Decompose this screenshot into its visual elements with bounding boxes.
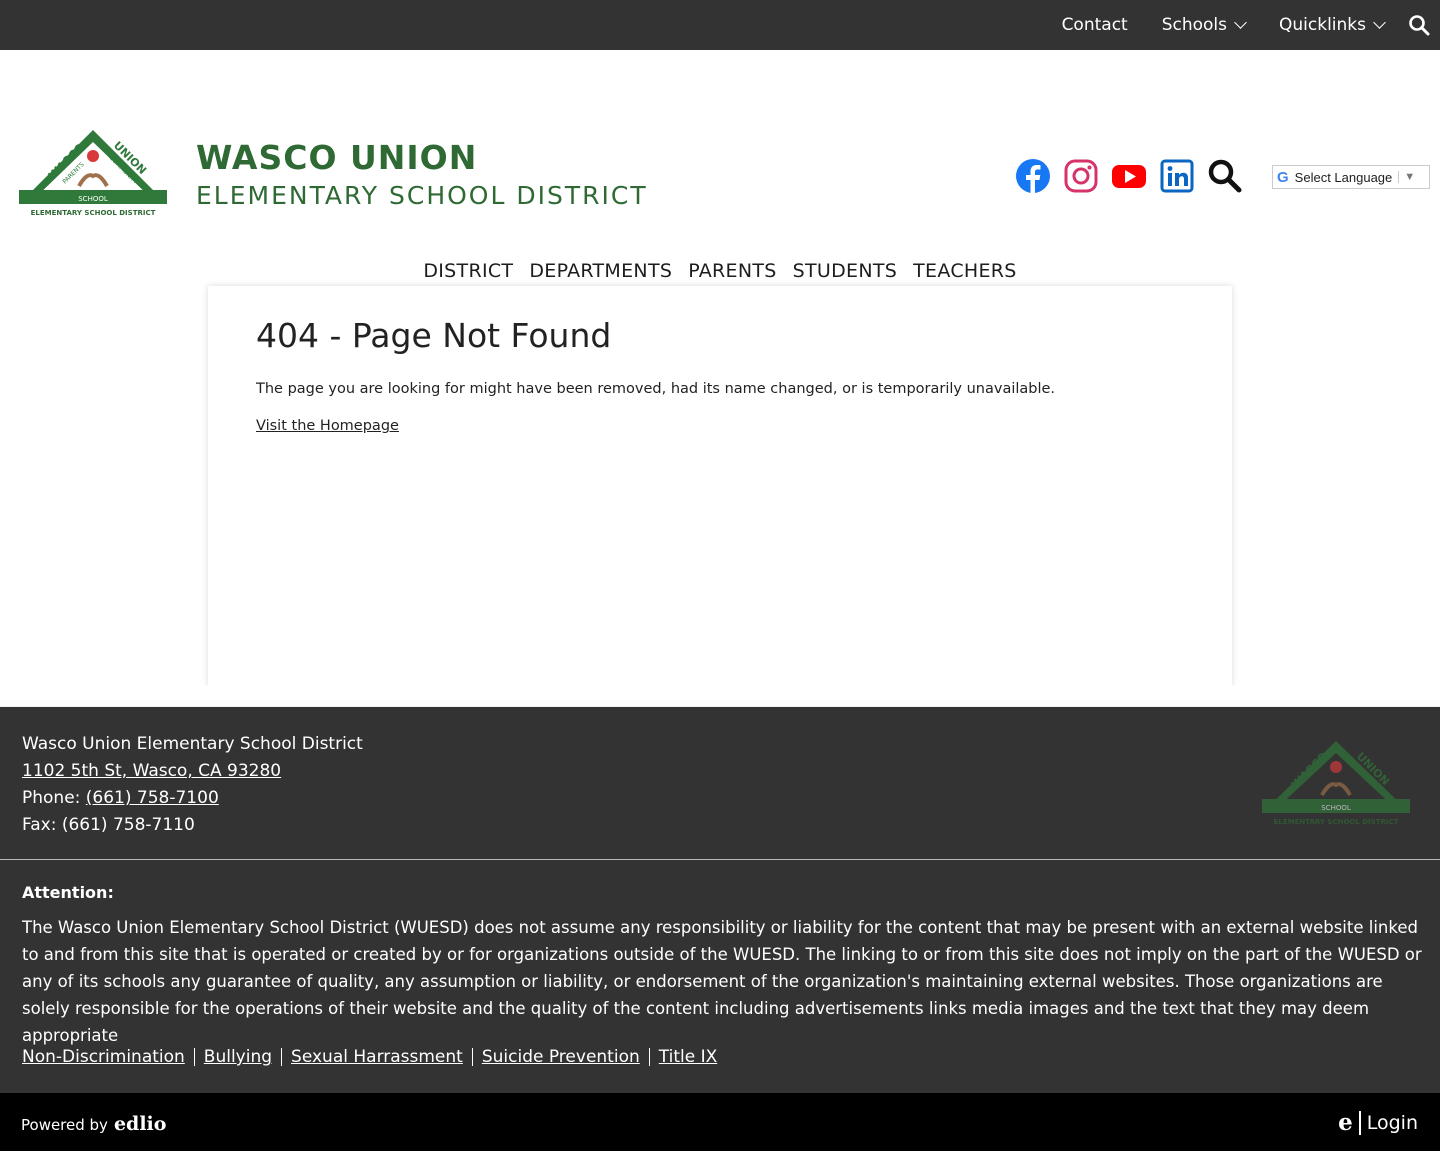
site-title-line1: WASCO UNION — [196, 138, 478, 177]
google-icon: G — [1277, 168, 1289, 186]
link-suicide-prevention[interactable]: Suicide Prevention — [482, 1047, 640, 1067]
link-title-ix[interactable]: Title IX — [659, 1047, 718, 1067]
search-icon[interactable] — [1207, 158, 1243, 194]
facebook-icon[interactable] — [1015, 158, 1051, 194]
linkedin-icon[interactable] — [1159, 158, 1195, 194]
edlio-e-icon: e — [1338, 1109, 1353, 1136]
nav-departments[interactable]: DEPARTMENTS — [529, 260, 672, 282]
page-title: 404 - Page Not Found — [256, 316, 612, 355]
language-select-label: Select Language — [1294, 169, 1393, 185]
main-nav: DISTRICT DEPARTMENTS PARENTS STUDENTS TE… — [0, 260, 1440, 282]
login-button[interactable]: e Login — [1338, 1109, 1418, 1136]
site-footer: Wasco Union Elementary School District 1… — [0, 707, 1440, 1093]
footer-links: Non-Discrimination Bullying Sexual Harra… — [22, 1047, 717, 1067]
utility-bar: Contact Schools Quicklinks — [0, 0, 1440, 50]
divider — [1358, 1110, 1361, 1135]
divider — [648, 1048, 650, 1066]
nav-students[interactable]: STUDENTS — [793, 260, 898, 282]
quicklinks-menu[interactable]: Quicklinks — [1279, 15, 1386, 35]
nav-district[interactable]: DISTRICT — [423, 260, 513, 282]
svg-text:ELEMENTARY SCHOOL DISTRICT: ELEMENTARY SCHOOL DISTRICT — [31, 209, 156, 217]
chevron-down-icon — [1234, 16, 1247, 29]
address-link[interactable]: 1102 5th St, Wasco, CA 93280 — [22, 761, 281, 781]
divider — [281, 1048, 283, 1066]
svg-text:ELEMENTARY SCHOOL DISTRICT: ELEMENTARY SCHOOL DISTRICT — [1274, 818, 1399, 826]
nav-parents[interactable]: PARENTS — [688, 260, 776, 282]
content-spacer — [0, 686, 1440, 706]
schools-menu[interactable]: Schools — [1161, 15, 1247, 35]
district-logo[interactable]: WASCO UNION PARENTS COMMUNITY SCHOOL ELE… — [17, 128, 169, 220]
error-message: The page you are looking for might have … — [256, 381, 1056, 397]
link-sexual-harrassment[interactable]: Sexual Harrassment — [291, 1047, 463, 1067]
schools-label: Schools — [1161, 15, 1227, 35]
district-name: Wasco Union Elementary School District — [22, 734, 363, 754]
link-bullying[interactable]: Bullying — [204, 1047, 272, 1067]
phone-link[interactable]: (661) 758-7100 — [86, 788, 219, 808]
contact-info: Wasco Union Elementary School District 1… — [22, 731, 363, 839]
link-non-discrimination[interactable]: Non-Discrimination — [22, 1047, 185, 1067]
homepage-link[interactable]: Visit the Homepage — [256, 418, 399, 434]
contact-link[interactable]: Contact — [1062, 15, 1128, 35]
divider — [193, 1048, 195, 1066]
footer-divider — [0, 859, 1440, 860]
search-icon[interactable] — [1408, 14, 1430, 36]
attention-title: Attention: — [22, 883, 114, 902]
powered-by-label: Powered by — [21, 1116, 108, 1134]
contact-label: Contact — [1061, 15, 1128, 35]
svg-text:SCHOOL: SCHOOL — [1321, 804, 1351, 812]
edlio-logo: edlio — [113, 1113, 167, 1135]
instagram-icon[interactable] — [1063, 158, 1099, 194]
fax-text: Fax: (661) 758-7110 — [22, 815, 195, 835]
phone-label: Phone: — [22, 788, 81, 808]
chevron-down-icon — [1373, 16, 1386, 29]
youtube-icon[interactable] — [1111, 158, 1147, 194]
attention-body: The Wasco Union Elementary School Distri… — [22, 918, 1422, 1045]
site-title-line2: ELEMENTARY SCHOOL DISTRICT — [196, 181, 648, 210]
powered-by[interactable]: Powered by edlio — [21, 1113, 166, 1135]
login-label: Login — [1366, 1111, 1418, 1134]
language-select[interactable]: G Select Language ▼ — [1272, 165, 1430, 189]
site-title[interactable]: WASCO UNION ELEMENTARY SCHOOL DISTRICT — [196, 138, 648, 210]
nav-teachers[interactable]: TEACHERS — [913, 260, 1017, 282]
dropdown-arrow-icon: ▼ — [1398, 171, 1415, 183]
divider — [471, 1048, 473, 1066]
bottom-bar: Powered by edlio e Login — [0, 1093, 1440, 1151]
footer-logo: WASCO UNION SCHOOL ELEMENTARY SCHOOL DIS… — [1260, 739, 1412, 827]
error-card: 404 - Page Not Found The page you are lo… — [208, 286, 1232, 686]
quicklinks-label: Quicklinks — [1279, 15, 1366, 35]
svg-text:SCHOOL: SCHOOL — [78, 195, 108, 203]
social-links — [1015, 158, 1255, 194]
